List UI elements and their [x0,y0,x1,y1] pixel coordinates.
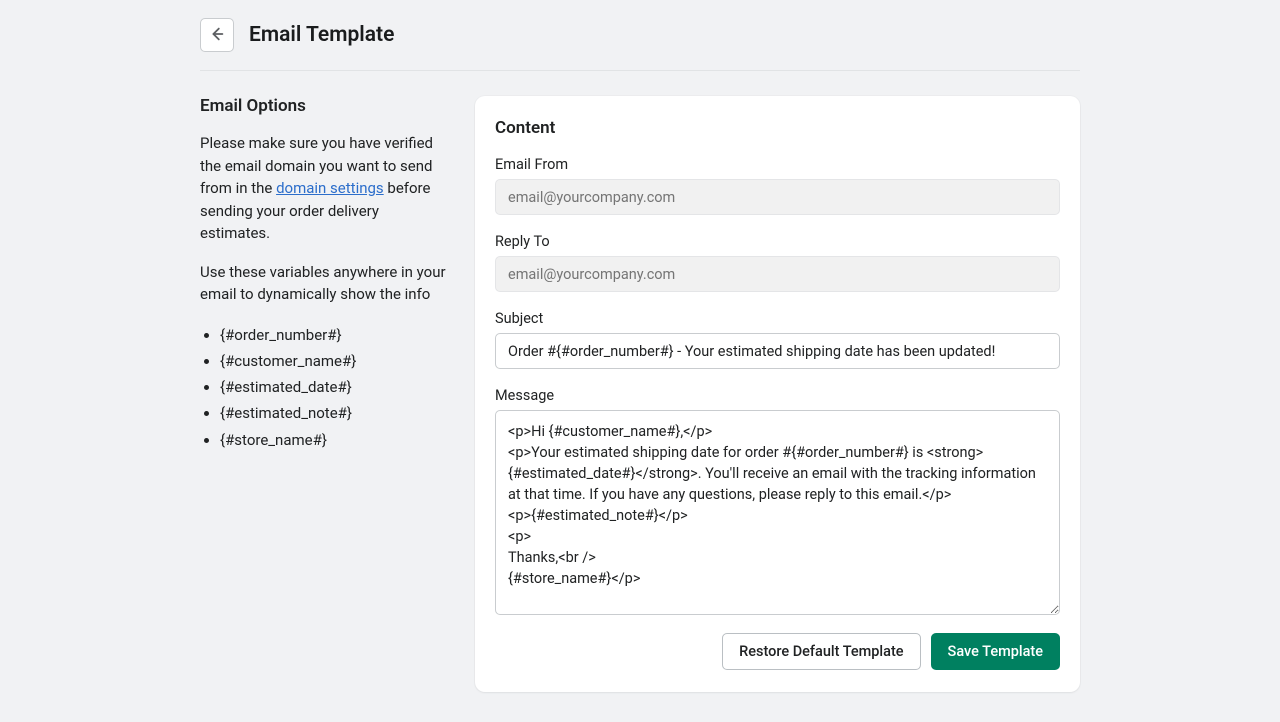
restore-default-button[interactable]: Restore Default Template [722,633,920,670]
variable-item: {#store_name#} [220,427,450,453]
subject-input[interactable] [495,333,1060,369]
sidebar-heading: Email Options [200,96,450,116]
page-header: Email Template [200,18,1080,71]
arrow-left-icon [208,25,226,46]
variable-item: {#estimated_note#} [220,400,450,426]
domain-settings-link[interactable]: domain settings [276,179,384,197]
variable-item: {#customer_name#} [220,348,450,374]
variables-list: {#order_number#} {#customer_name#} {#est… [200,322,450,453]
variable-item: {#order_number#} [220,322,450,348]
reply-to-input[interactable] [495,256,1060,292]
sidebar: Email Options Please make sure you have … [200,96,450,453]
variables-intro: Use these variables anywhere in your ema… [200,261,450,306]
card-title: Content [495,118,1060,138]
variable-item: {#estimated_date#} [220,374,450,400]
message-label: Message [495,387,1060,404]
page-title: Email Template [249,23,394,47]
email-from-label: Email From [495,156,1060,173]
content-card: Content Email From Reply To Subject Mess… [475,96,1080,692]
back-button[interactable] [200,18,234,52]
save-template-button[interactable]: Save Template [931,633,1060,670]
sidebar-intro: Please make sure you have verified the e… [200,132,450,245]
subject-label: Subject [495,310,1060,327]
email-from-input[interactable] [495,179,1060,215]
reply-to-label: Reply To [495,233,1060,250]
message-textarea[interactable] [495,410,1060,615]
